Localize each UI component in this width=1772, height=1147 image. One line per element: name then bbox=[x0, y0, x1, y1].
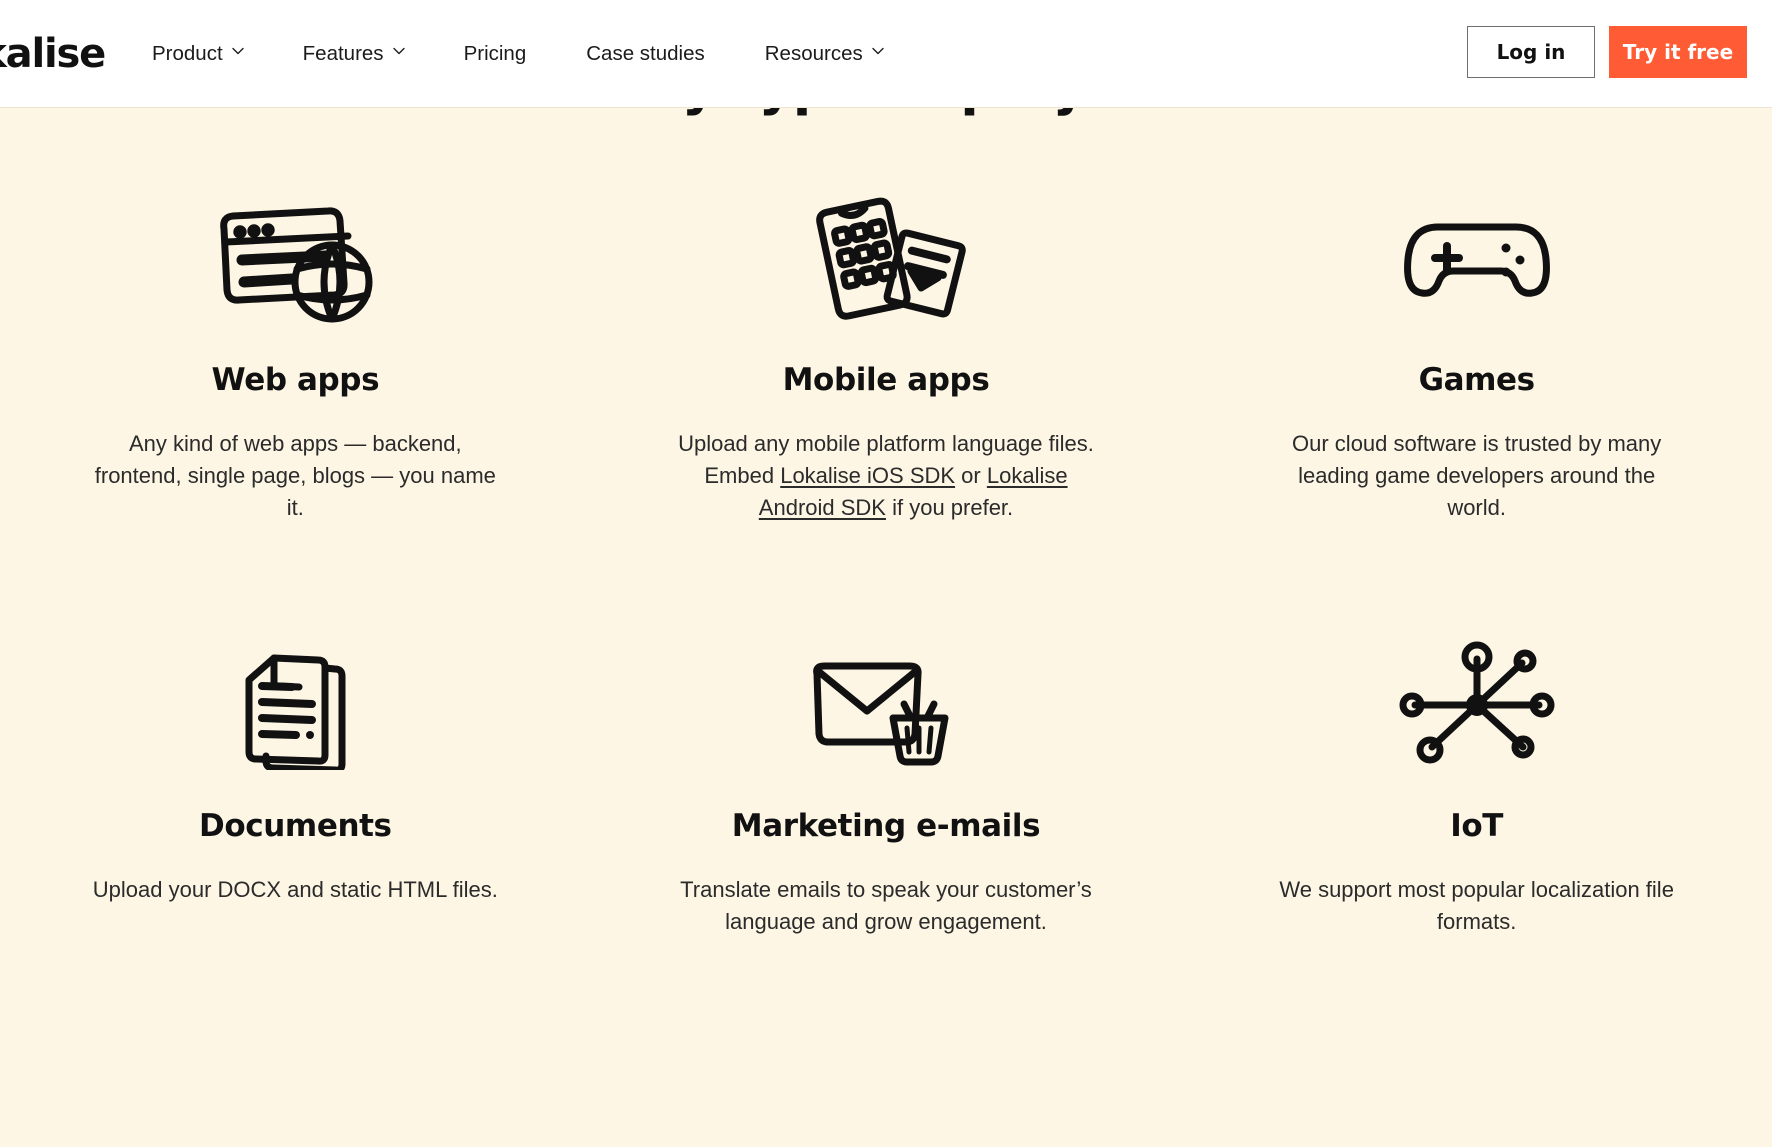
feature-card-title: IoT bbox=[1450, 808, 1504, 844]
nav-item-label: Pricing bbox=[463, 42, 527, 65]
section-heading: Any type of project bbox=[0, 108, 1772, 117]
feature-card-text: if you prefer. bbox=[885, 495, 1014, 520]
nav-item-label: Product bbox=[152, 42, 223, 65]
feature-card-description: Any kind of web apps — backend, frontend… bbox=[85, 428, 505, 524]
feature-card-text: We support most popular localization fil… bbox=[1279, 877, 1674, 934]
log-in-button[interactable]: Log in bbox=[1467, 26, 1595, 78]
feature-card-title: Games bbox=[1418, 362, 1536, 398]
feature-card-title: Mobile apps bbox=[782, 362, 990, 398]
feature-card-documents: Documents Upload your DOCX and static HTM… bbox=[0, 632, 591, 938]
try-it-free-button[interactable]: Try it free bbox=[1609, 26, 1747, 78]
nav-item-pricing[interactable]: Pricing bbox=[464, 36, 555, 72]
feature-card-description: Translate emails to speak your customer’… bbox=[676, 874, 1096, 938]
feature-card-link[interactable]: Lokalise iOS SDK bbox=[780, 463, 955, 488]
header-actions: Log in Try it free bbox=[1467, 26, 1747, 78]
feature-card-games: Games Our cloud software is trusted by ma… bbox=[1181, 186, 1772, 524]
feature-card-title: Marketing e-mails bbox=[731, 808, 1041, 844]
nav-item-label: Features bbox=[302, 42, 384, 65]
feature-card-description: We support most popular localization fil… bbox=[1267, 874, 1687, 938]
chevron-down-icon bbox=[231, 47, 244, 58]
envelope-basket-icon bbox=[801, 632, 971, 778]
mobile-phone-icon bbox=[801, 186, 971, 332]
feature-card-description: Upload any mobile platform language file… bbox=[676, 428, 1096, 524]
nav-item-resources[interactable]: Resources bbox=[765, 36, 911, 72]
chevron-down-icon bbox=[872, 47, 884, 58]
feature-card-mobile-apps: Mobile apps Upload any mobile platform la… bbox=[591, 186, 1182, 524]
game-controller-icon bbox=[1392, 186, 1562, 332]
feature-card-grid: Web apps Any kind of web apps — backend, … bbox=[0, 186, 1772, 938]
feature-card-text: Any kind of web apps — backend, frontend… bbox=[94, 431, 496, 520]
nav-item-features[interactable]: Features bbox=[303, 36, 432, 72]
nav-item-label: Case studies bbox=[586, 42, 705, 65]
feature-card-text: Our cloud software is trusted by many le… bbox=[1292, 431, 1662, 520]
nav-item-case-studies[interactable]: Case studies bbox=[586, 36, 733, 72]
web-browser-globe-icon bbox=[210, 186, 380, 332]
lokalise-logo[interactable]: okalise bbox=[0, 30, 106, 78]
iot-network-icon bbox=[1382, 632, 1572, 778]
chevron-down-icon bbox=[392, 47, 405, 58]
main-navigation: Product Features Pricing Case studies Resour… bbox=[152, 36, 911, 72]
documents-icon bbox=[210, 632, 380, 778]
nav-item-label: Resources bbox=[764, 42, 863, 65]
site-header: okalise Product Features Pricing Case studi… bbox=[0, 0, 1772, 108]
feature-card-text: Translate emails to speak your customer’… bbox=[680, 877, 1092, 934]
project-types-section: Any type of project Web apps Any kind of … bbox=[0, 108, 1772, 1146]
nav-item-product[interactable]: Product bbox=[152, 36, 271, 72]
feature-card-web-apps: Web apps Any kind of web apps — backend, … bbox=[0, 186, 591, 524]
feature-card-title: Web apps bbox=[211, 362, 380, 398]
feature-card-text: Upload your DOCX and static HTML files. bbox=[92, 877, 498, 902]
feature-card-marketing-e-mails: Marketing e-mails Translate emails to spe… bbox=[591, 632, 1182, 938]
feature-card-description: Upload your DOCX and static HTML files. bbox=[93, 874, 498, 906]
feature-card-title: Documents bbox=[199, 808, 392, 844]
feature-card-text: or bbox=[955, 463, 987, 488]
feature-card-iot: IoT We support most popular localization … bbox=[1181, 632, 1772, 938]
feature-card-description: Our cloud software is trusted by many le… bbox=[1267, 428, 1687, 524]
